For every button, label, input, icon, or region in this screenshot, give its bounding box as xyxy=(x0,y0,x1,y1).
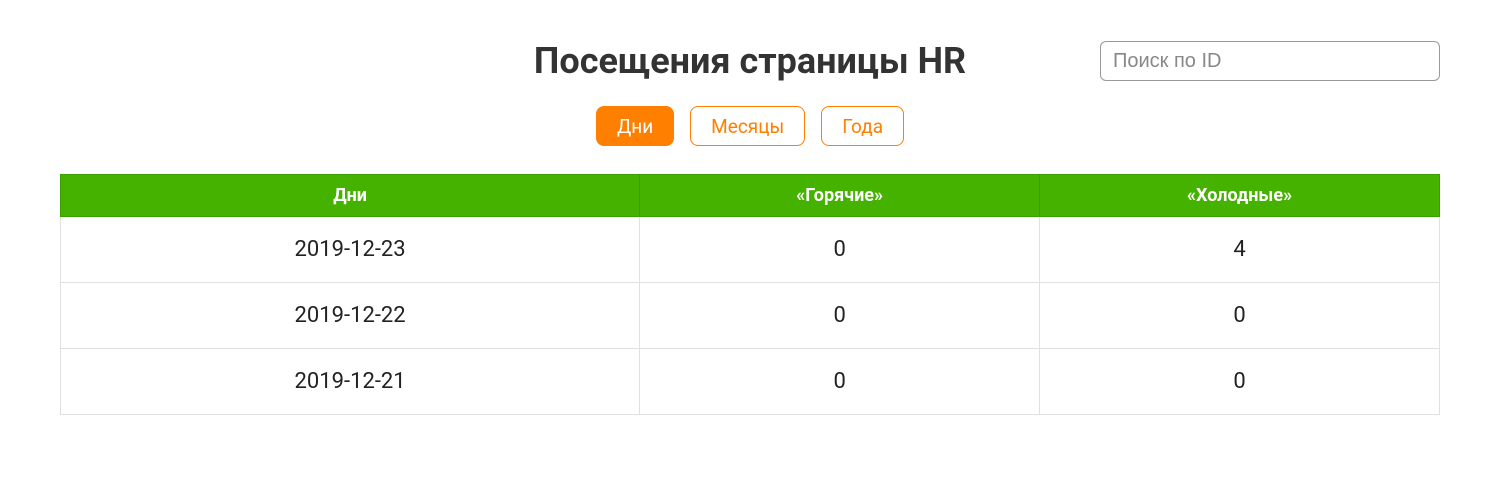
tab-months[interactable]: Месяцы xyxy=(690,106,805,146)
cell-date: 2019-12-21 xyxy=(61,349,640,415)
tab-days[interactable]: Дни xyxy=(596,106,674,146)
table-row: 2019-12-23 0 4 xyxy=(61,217,1440,283)
page-title: Посещения страницы HR xyxy=(534,40,966,82)
search-input[interactable] xyxy=(1100,41,1440,81)
tabs-row: Дни Месяцы Года xyxy=(60,106,1440,146)
cell-date: 2019-12-22 xyxy=(61,283,640,349)
cell-hot: 0 xyxy=(640,283,1040,349)
cell-cold: 0 xyxy=(1040,283,1440,349)
cell-hot: 0 xyxy=(640,217,1040,283)
col-header-cold: «Холодные» xyxy=(1040,175,1440,217)
header-row: Посещения страницы HR xyxy=(60,40,1440,82)
table-row: 2019-12-22 0 0 xyxy=(61,283,1440,349)
col-header-hot: «Горячие» xyxy=(640,175,1040,217)
col-header-days: Дни xyxy=(61,175,640,217)
cell-hot: 0 xyxy=(640,349,1040,415)
search-wrapper xyxy=(1100,41,1440,81)
table-header-row: Дни «Горячие» «Холодные» xyxy=(61,175,1440,217)
table-row: 2019-12-21 0 0 xyxy=(61,349,1440,415)
tab-years[interactable]: Года xyxy=(821,106,904,146)
cell-date: 2019-12-23 xyxy=(61,217,640,283)
visits-table: Дни «Горячие» «Холодные» 2019-12-23 0 4 … xyxy=(60,174,1440,415)
cell-cold: 0 xyxy=(1040,349,1440,415)
cell-cold: 4 xyxy=(1040,217,1440,283)
